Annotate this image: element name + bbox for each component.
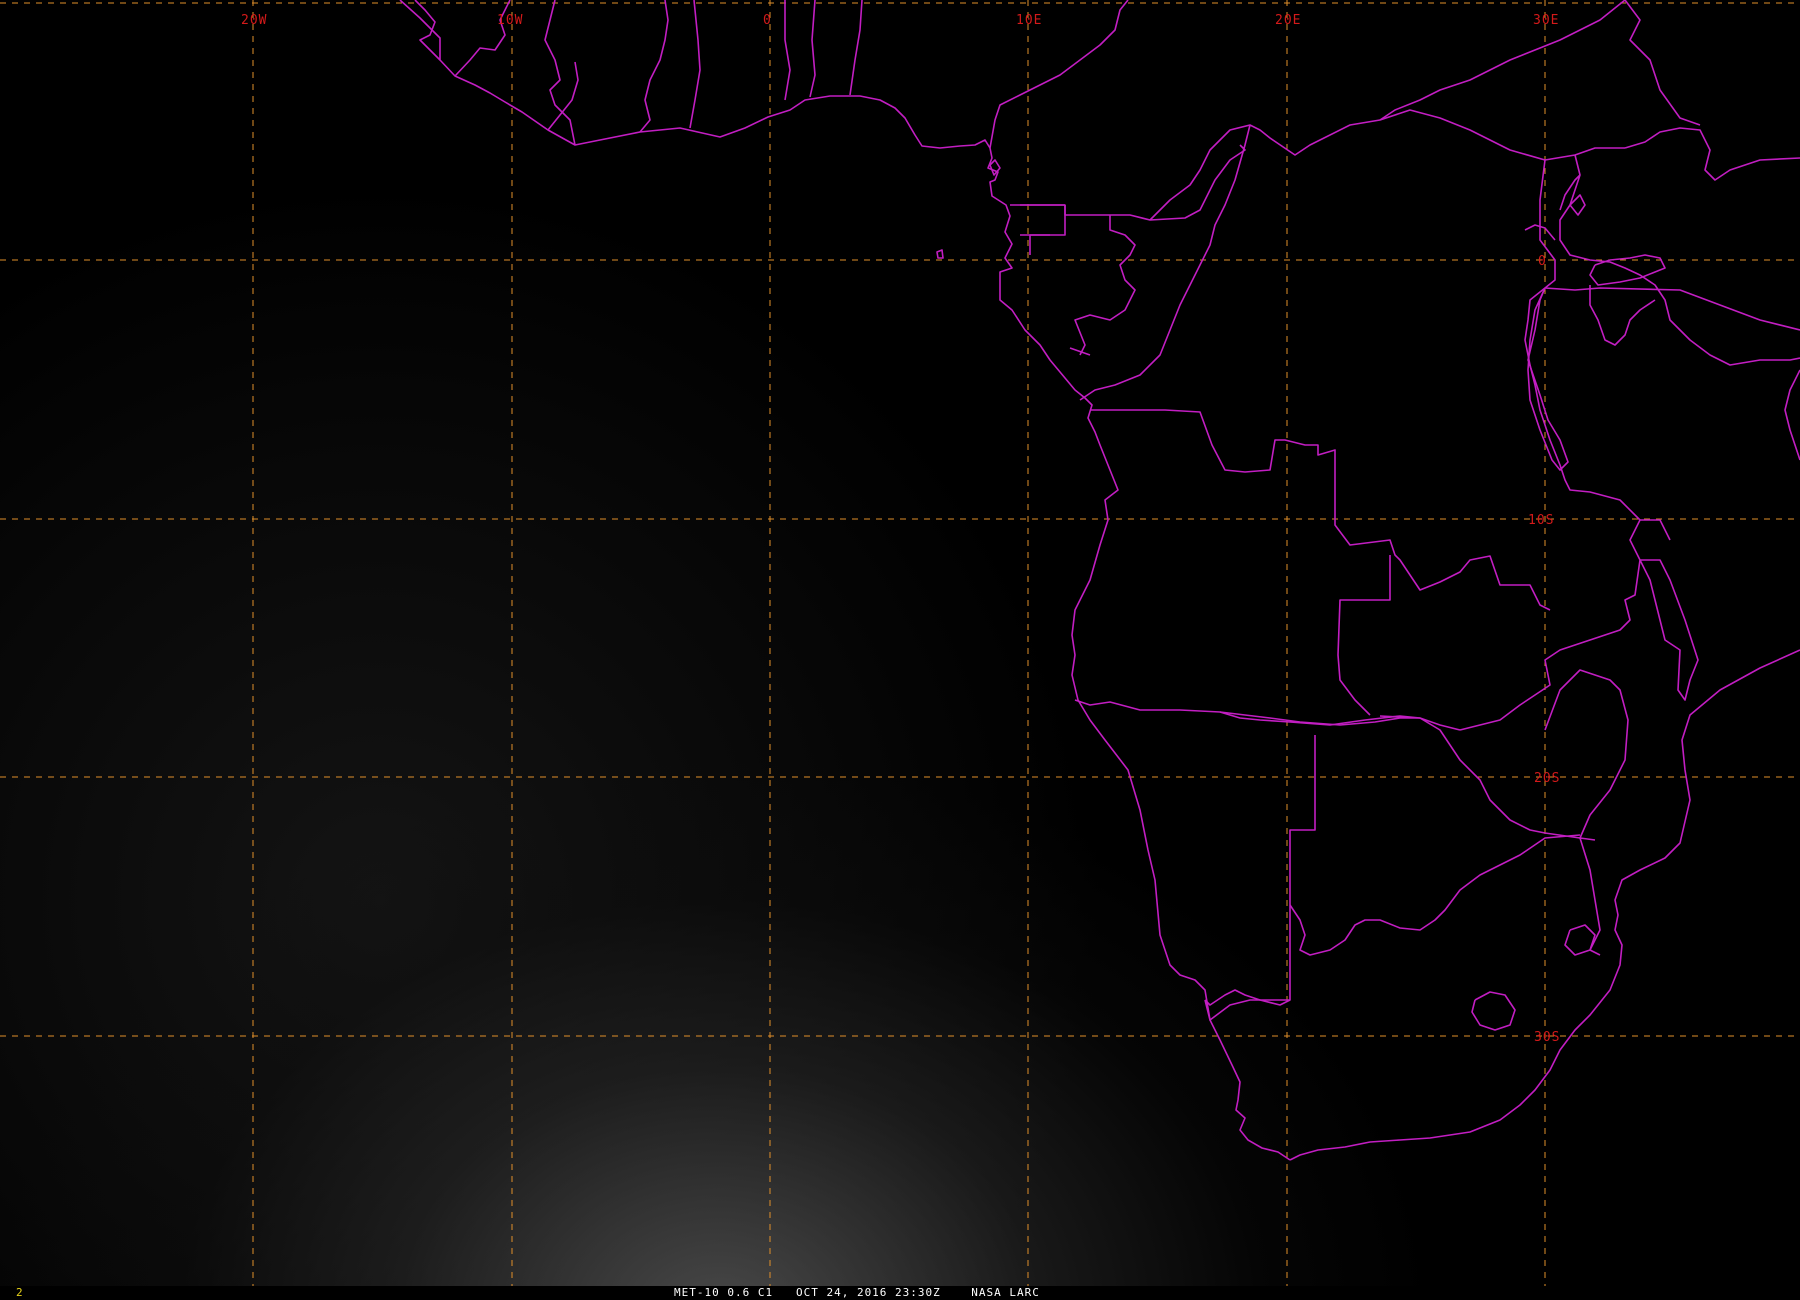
lat-label: 0 [1538, 254, 1547, 269]
lon-label: 30E [1533, 13, 1559, 28]
zambia-zimbabwe-border [1419, 717, 1596, 841]
nigeria-cameroon-border [989, 0, 1129, 149]
zambia-malawi-border [1459, 519, 1671, 731]
lon-label: 10W [497, 13, 523, 28]
status-bar: 2 MET-10 0.6 C1 OCT 24, 2016 23:30Z NASA… [0, 1286, 1800, 1300]
lon-label: 20E [1275, 13, 1301, 28]
tanzania-border [1524, 159, 1641, 521]
lat-label: 30S [1534, 1030, 1560, 1045]
malawi-shape [1639, 559, 1699, 701]
grid-labels: 20W 10W 0 10E 20E 30E 0 10S 20S 30S [241, 13, 1560, 1045]
political-boundaries [399, 0, 1800, 1161]
lat-label: 10S [1528, 513, 1554, 528]
east-africa-border [1544, 285, 1800, 346]
liberia-guinea-border [547, 0, 669, 133]
west-africa-coastline [399, 0, 991, 149]
namibia-south-africa-border [1204, 999, 1290, 1021]
equatorial-guinea [1010, 204, 1065, 236]
frame-number: 2 [16, 1286, 23, 1299]
angola-drc-border [1090, 409, 1551, 611]
angola-zambia-border [1337, 555, 1391, 716]
botswana-border [1289, 834, 1581, 956]
map-overlay: 20W 10W 0 10E 20E 30E 0 10S 20S 30S [0, 0, 1800, 1286]
south-sudan-border [1379, 0, 1626, 121]
cameroon-car-border [1020, 144, 1246, 221]
madagascar-edge [1784, 369, 1800, 461]
gulf-of-guinea-coast [987, 147, 1291, 1161]
ghana-togo-borders [689, 0, 863, 129]
eswatini [1564, 924, 1596, 956]
lat-lon-grid [0, 0, 1800, 1286]
lake-tanganyika [1527, 287, 1569, 471]
sao-tome-island [936, 249, 944, 259]
image-caption: MET-10 0.6 C1 OCT 24, 2016 23:30Z NASA L… [674, 1286, 1040, 1299]
cote-divoire-border [414, 0, 576, 146]
horn-region-border [1624, 0, 1800, 181]
satellite-image-view: 20W 10W 0 10E 20E 30E 0 10S 20S 30S [0, 0, 1800, 1300]
lon-label: 0 [763, 13, 772, 28]
lat-label: 20S [1534, 771, 1560, 786]
congo-gabon-border [1029, 205, 1136, 356]
car-border [1149, 109, 1625, 221]
lon-label: 10E [1016, 13, 1042, 28]
lon-label: 20W [241, 13, 267, 28]
lesotho [1471, 991, 1516, 1031]
namibia-botswana-border [1204, 735, 1316, 1006]
zimbabwe-mozambique-border [1544, 669, 1629, 956]
